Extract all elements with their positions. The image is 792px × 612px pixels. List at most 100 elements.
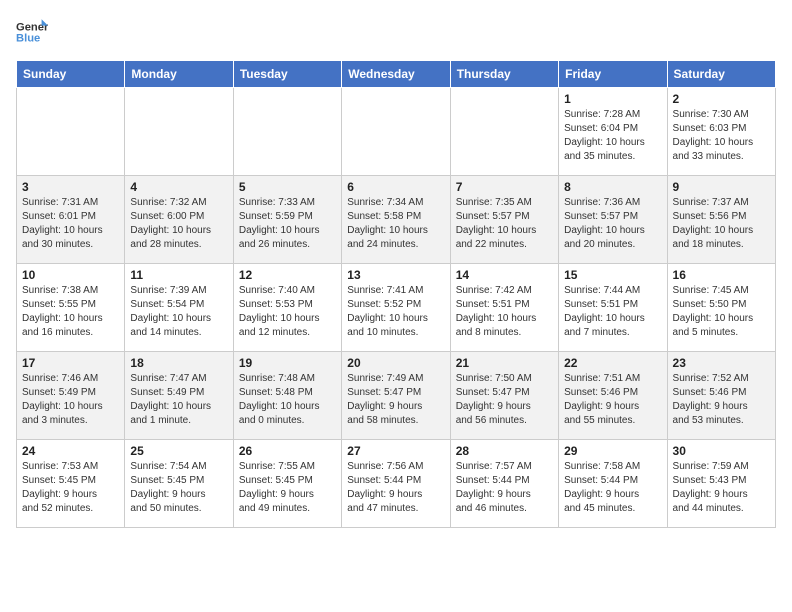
calendar-cell: 2 Sunrise: 7:30 AM Sunset: 6:03 PM Daylig… [667,88,775,176]
calendar-cell: 25 Sunrise: 7:54 AM Sunset: 5:45 PM Dayli… [125,440,233,528]
day-info: Sunrise: 7:37 AM Sunset: 5:56 PM Dayligh… [673,196,770,252]
calendar-cell: 11 Sunrise: 7:39 AM Sunset: 5:54 PM Dayli… [125,264,233,352]
calendar-cell: 30 Sunrise: 7:59 AM Sunset: 5:43 PM Dayli… [667,440,775,528]
page-header: General Blue [16,16,776,48]
day-number: 9 [673,180,770,194]
calendar-cell: 28 Sunrise: 7:57 AM Sunset: 5:44 PM Dayli… [450,440,558,528]
calendar-cell: 27Sunrise: 7:56 AM Sunset: 5:44 PM Dayli… [342,440,450,528]
day-info: Sunrise: 7:45 AM Sunset: 5:50 PM Dayligh… [673,284,770,340]
day-info: Sunrise: 7:42 AM Sunset: 5:51 PM Dayligh… [456,284,553,340]
weekday-header: Sunday [17,61,125,88]
day-info: Sunrise: 7:53 AM Sunset: 5:45 PM Dayligh… [22,460,119,516]
day-info: Sunrise: 7:46 AM Sunset: 5:49 PM Dayligh… [22,372,119,428]
calendar-cell: 29Sunrise: 7:58 AM Sunset: 5:44 PM Dayli… [559,440,667,528]
calendar-cell: 15 Sunrise: 7:44 AM Sunset: 5:51 PM Dayli… [559,264,667,352]
day-info: Sunrise: 7:30 AM Sunset: 6:03 PM Dayligh… [673,108,770,164]
day-number: 24 [22,444,119,458]
calendar-cell: 8 Sunrise: 7:36 AM Sunset: 5:57 PM Daylig… [559,176,667,264]
calendar-cell: 13 Sunrise: 7:41 AM Sunset: 5:52 PM Dayli… [342,264,450,352]
day-number: 23 [673,356,770,370]
day-number: 8 [564,180,661,194]
day-number: 2 [673,92,770,106]
day-number: 25 [130,444,227,458]
day-number: 4 [130,180,227,194]
calendar-cell: 10 Sunrise: 7:38 AM Sunset: 5:55 PM Dayli… [17,264,125,352]
day-info: Sunrise: 7:48 AM Sunset: 5:48 PM Dayligh… [239,372,336,428]
day-number: 11 [130,268,227,282]
calendar-cell: 22 Sunrise: 7:51 AM Sunset: 5:46 PM Dayli… [559,352,667,440]
calendar-cell: 21Sunrise: 7:50 AM Sunset: 5:47 PM Dayli… [450,352,558,440]
day-info: Sunrise: 7:36 AM Sunset: 5:57 PM Dayligh… [564,196,661,252]
day-info: Sunrise: 7:41 AM Sunset: 5:52 PM Dayligh… [347,284,444,340]
calendar-cell: 12 Sunrise: 7:40 AM Sunset: 5:53 PM Dayli… [233,264,341,352]
day-number: 30 [673,444,770,458]
day-number: 22 [564,356,661,370]
day-info: Sunrise: 7:49 AM Sunset: 5:47 PM Dayligh… [347,372,444,428]
day-number: 5 [239,180,336,194]
day-info: Sunrise: 7:38 AM Sunset: 5:55 PM Dayligh… [22,284,119,340]
day-number: 20 [347,356,444,370]
weekday-header: Saturday [667,61,775,88]
calendar-cell: 1 Sunrise: 7:28 AM Sunset: 6:04 PM Daylig… [559,88,667,176]
day-info: Sunrise: 7:33 AM Sunset: 5:59 PM Dayligh… [239,196,336,252]
day-number: 10 [22,268,119,282]
day-info: Sunrise: 7:28 AM Sunset: 6:04 PM Dayligh… [564,108,661,164]
day-info: Sunrise: 7:44 AM Sunset: 5:51 PM Dayligh… [564,284,661,340]
calendar-cell [450,88,558,176]
svg-text:Blue: Blue [16,33,40,45]
calendar-table: SundayMondayTuesdayWednesdayThursdayFrid… [16,60,776,528]
day-info: Sunrise: 7:31 AM Sunset: 6:01 PM Dayligh… [22,196,119,252]
day-info: Sunrise: 7:32 AM Sunset: 6:00 PM Dayligh… [130,196,227,252]
day-number: 14 [456,268,553,282]
calendar-cell: 19 Sunrise: 7:48 AM Sunset: 5:48 PM Dayli… [233,352,341,440]
calendar-cell: 7 Sunrise: 7:35 AM Sunset: 5:57 PM Daylig… [450,176,558,264]
day-number: 12 [239,268,336,282]
weekday-header: Tuesday [233,61,341,88]
day-info: Sunrise: 7:58 AM Sunset: 5:44 PM Dayligh… [564,460,661,516]
calendar-week-row: 10 Sunrise: 7:38 AM Sunset: 5:55 PM Dayli… [17,264,776,352]
day-info: Sunrise: 7:39 AM Sunset: 5:54 PM Dayligh… [130,284,227,340]
calendar-week-row: 3Sunrise: 7:31 AM Sunset: 6:01 PM Daylig… [17,176,776,264]
day-number: 28 [456,444,553,458]
day-info: Sunrise: 7:35 AM Sunset: 5:57 PM Dayligh… [456,196,553,252]
day-info: Sunrise: 7:59 AM Sunset: 5:43 PM Dayligh… [673,460,770,516]
calendar-cell: 24 Sunrise: 7:53 AM Sunset: 5:45 PM Dayli… [17,440,125,528]
day-number: 6 [347,180,444,194]
day-number: 19 [239,356,336,370]
day-info: Sunrise: 7:52 AM Sunset: 5:46 PM Dayligh… [673,372,770,428]
calendar-cell [125,88,233,176]
day-info: Sunrise: 7:40 AM Sunset: 5:53 PM Dayligh… [239,284,336,340]
calendar-cell: 4 Sunrise: 7:32 AM Sunset: 6:00 PM Daylig… [125,176,233,264]
day-number: 27 [347,444,444,458]
day-number: 26 [239,444,336,458]
calendar-cell: 20 Sunrise: 7:49 AM Sunset: 5:47 PM Dayli… [342,352,450,440]
calendar-cell: 26 Sunrise: 7:55 AM Sunset: 5:45 PM Dayli… [233,440,341,528]
day-info: Sunrise: 7:54 AM Sunset: 5:45 PM Dayligh… [130,460,227,516]
day-info: Sunrise: 7:34 AM Sunset: 5:58 PM Dayligh… [347,196,444,252]
calendar-cell: 3Sunrise: 7:31 AM Sunset: 6:01 PM Daylig… [17,176,125,264]
calendar-week-row: 24 Sunrise: 7:53 AM Sunset: 5:45 PM Dayli… [17,440,776,528]
calendar-cell: 16 Sunrise: 7:45 AM Sunset: 5:50 PM Dayli… [667,264,775,352]
day-number: 1 [564,92,661,106]
logo-icon: General Blue [16,16,48,48]
weekday-header: Wednesday [342,61,450,88]
calendar-cell: 6 Sunrise: 7:34 AM Sunset: 5:58 PM Daylig… [342,176,450,264]
calendar-cell [342,88,450,176]
weekday-header: Thursday [450,61,558,88]
calendar-cell: 18Sunrise: 7:47 AM Sunset: 5:49 PM Dayli… [125,352,233,440]
day-number: 18 [130,356,227,370]
calendar-week-row: 1 Sunrise: 7:28 AM Sunset: 6:04 PM Daylig… [17,88,776,176]
weekday-header-row: SundayMondayTuesdayWednesdayThursdayFrid… [17,61,776,88]
calendar-cell: 23 Sunrise: 7:52 AM Sunset: 5:46 PM Dayli… [667,352,775,440]
day-number: 17 [22,356,119,370]
day-number: 13 [347,268,444,282]
day-info: Sunrise: 7:57 AM Sunset: 5:44 PM Dayligh… [456,460,553,516]
weekday-header: Friday [559,61,667,88]
day-number: 7 [456,180,553,194]
day-number: 15 [564,268,661,282]
calendar-cell: 9 Sunrise: 7:37 AM Sunset: 5:56 PM Daylig… [667,176,775,264]
day-info: Sunrise: 7:51 AM Sunset: 5:46 PM Dayligh… [564,372,661,428]
day-number: 16 [673,268,770,282]
day-number: 21 [456,356,553,370]
day-info: Sunrise: 7:55 AM Sunset: 5:45 PM Dayligh… [239,460,336,516]
